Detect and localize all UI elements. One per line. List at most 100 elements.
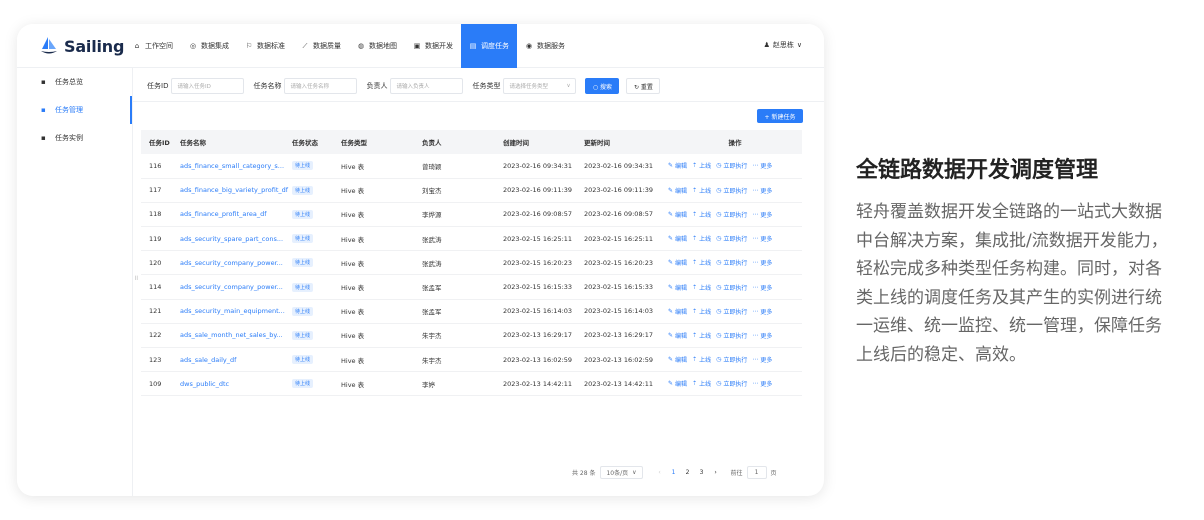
edit-button[interactable]: ✎ 编辑 — [668, 210, 687, 219]
op-label: 编辑 — [675, 211, 688, 219]
run-now-button[interactable]: ◷ 立即执行 — [716, 283, 747, 292]
nav-item-3[interactable]: ⟋ 数据质量 — [293, 24, 349, 68]
edit-button[interactable]: ✎ 编辑 — [668, 307, 687, 316]
edit-button[interactable]: ✎ 编辑 — [668, 186, 687, 195]
nav-item-2[interactable]: ⚐ 数据标准 — [237, 24, 293, 68]
reset-button[interactable]: ↻ 重置 — [626, 78, 661, 94]
sidebar-collapse-handle[interactable]: ॥ — [134, 274, 138, 283]
clock-icon: ◷ — [716, 307, 722, 315]
jump-page-input[interactable]: 1 — [746, 466, 767, 479]
publish-button[interactable]: ⇡ 上线 — [692, 186, 711, 195]
run-now-button[interactable]: ◷ 立即执行 — [716, 307, 747, 316]
logo[interactable]: Sailing — [39, 36, 124, 56]
nav-item-1[interactable]: ◎ 数据集成 — [181, 24, 237, 68]
page-size-select[interactable]: 10条/页 ∨ — [600, 466, 643, 479]
task-name-link[interactable]: ads_security_company_power... — [180, 275, 292, 299]
more-button[interactable]: ⋯ 更多 — [752, 283, 772, 292]
run-now-button[interactable]: ◷ 立即执行 — [716, 331, 747, 340]
more-button[interactable]: ⋯ 更多 — [752, 210, 772, 219]
clock-icon: ◷ — [716, 162, 722, 170]
task-name-link[interactable]: dws_public_dtc — [180, 372, 292, 396]
edit-button[interactable]: ✎ 编辑 — [668, 331, 687, 340]
table-cell: Hive 表 — [341, 356, 365, 365]
more-button[interactable]: ⋯ 更多 — [752, 258, 772, 267]
run-now-button[interactable]: ◷ 立即执行 — [716, 379, 747, 388]
nav-item-0[interactable]: ⌂ 工作空间 — [125, 24, 181, 68]
run-now-button[interactable]: ◷ 立即执行 — [716, 161, 747, 170]
publish-button[interactable]: ⇡ 上线 — [692, 210, 711, 219]
publish-button[interactable]: ⇡ 上线 — [692, 234, 711, 243]
more-button[interactable]: ⋯ 更多 — [752, 307, 772, 316]
next-page-button[interactable]: › — [709, 469, 723, 476]
edit-button[interactable]: ✎ 编辑 — [668, 234, 687, 243]
nav-item-6[interactable]: ▤ 调度任务 — [461, 24, 517, 68]
jump-label: 前往 — [730, 470, 743, 477]
owner-input[interactable]: 请输入负责人 — [390, 78, 464, 94]
op-label: 更多 — [760, 332, 773, 340]
run-now-button[interactable]: ◷ 立即执行 — [716, 210, 747, 219]
sidebar-item-0[interactable]: ▪ 任务总览 — [17, 68, 132, 96]
user-menu[interactable]: ♟ 赵思栋 ∨ — [764, 40, 802, 50]
task-id-cell: 119 — [149, 234, 162, 243]
publish-button[interactable]: ⇡ 上线 — [692, 258, 711, 267]
run-now-button[interactable]: ◷ 立即执行 — [716, 186, 747, 195]
edit-button[interactable]: ✎ 编辑 — [668, 283, 687, 292]
sidebar-item-1[interactable]: ▪ 任务管理 — [17, 96, 132, 124]
task-type-select[interactable]: 请选择任务类型 ∨ — [503, 78, 577, 94]
edit-button[interactable]: ✎ 编辑 — [668, 161, 687, 170]
divider — [133, 101, 824, 102]
publish-button[interactable]: ⇡ 上线 — [692, 331, 711, 340]
task-name-link[interactable]: ads_sale_month_net_sales_by... — [180, 323, 292, 347]
chevron-down-icon: ∨ — [632, 469, 637, 476]
edit-button[interactable]: ✎ 编辑 — [668, 258, 687, 267]
nav-item-4[interactable]: ◍ 数据地图 — [349, 24, 405, 68]
publish-button[interactable]: ⇡ 上线 — [692, 355, 711, 364]
more-button[interactable]: ⋯ 更多 — [752, 331, 772, 340]
edit-button[interactable]: ✎ 编辑 — [668, 355, 687, 364]
more-button[interactable]: ⋯ 更多 — [752, 161, 772, 170]
more-button[interactable]: ⋯ 更多 — [752, 355, 772, 364]
task-name-link[interactable]: ads_security_main_equipment... — [180, 299, 292, 323]
more-button[interactable]: ⋯ 更多 — [752, 186, 772, 195]
search-button[interactable]: ○ 搜索 — [585, 78, 620, 94]
status-cell: 待上线 — [292, 348, 341, 372]
publish-button[interactable]: ⇡ 上线 — [692, 161, 711, 170]
prev-page-button[interactable]: ‹ — [653, 469, 667, 476]
op-label: 编辑 — [675, 357, 688, 365]
nav-item-5[interactable]: ▣ 数据开发 — [405, 24, 461, 68]
more-button[interactable]: ⋯ 更多 — [752, 234, 772, 243]
run-now-button[interactable]: ◷ 立即执行 — [716, 258, 747, 267]
run-now-button[interactable]: ◷ 立即执行 — [716, 234, 747, 243]
more-button[interactable]: ⋯ 更多 — [752, 379, 772, 388]
new-task-button[interactable]: + 新建任务 — [757, 109, 803, 123]
more-icon: ⋯ — [752, 210, 759, 218]
page-2[interactable]: 2 — [681, 469, 695, 476]
clock-icon: ◷ — [716, 259, 722, 267]
edit-button[interactable]: ✎ 编辑 — [668, 379, 687, 388]
task-name-link[interactable]: ads_security_company_power... — [180, 251, 292, 275]
task-name-input[interactable]: 请输入任务名称 — [284, 78, 358, 94]
status-badge: 待上线 — [292, 379, 314, 389]
op-label: 立即执行 — [723, 236, 748, 244]
table-cell: 2023-02-13 16:29:17 — [503, 331, 573, 340]
clock-icon: ◷ — [716, 235, 722, 243]
task-name-link[interactable]: ads_finance_big_variety_profit_df — [180, 178, 292, 202]
page-1[interactable]: 1 — [667, 469, 681, 476]
task-id-cell: 120 — [149, 258, 162, 267]
nav-item-7[interactable]: ◉ 数据服务 — [517, 24, 573, 68]
doc-icon: ▪ — [41, 134, 46, 142]
task-name-link[interactable]: ads_sale_daily_df — [180, 348, 292, 372]
main-nav: ⌂ 工作空间 ◎ 数据集成 ⚐ 数据标准 ⟋ 数据质量 ◍ 数据地图 ▣ 数据开发 ▤ 调度任务 ◉ 数据服务 — [125, 24, 573, 68]
publish-button[interactable]: ⇡ 上线 — [692, 283, 711, 292]
task-id-input[interactable]: 请输入任务ID — [171, 78, 245, 94]
task-name-link[interactable]: ads_finance_profit_area_df — [180, 202, 292, 226]
more-icon: ⋯ — [752, 235, 759, 243]
publish-button[interactable]: ⇡ 上线 — [692, 379, 711, 388]
run-now-button[interactable]: ◷ 立即执行 — [716, 355, 747, 364]
task-name-link[interactable]: ads_finance_small_category_s... — [180, 154, 292, 178]
upload-icon: ⇡ — [692, 186, 698, 194]
publish-button[interactable]: ⇡ 上线 — [692, 307, 711, 316]
sidebar-item-2[interactable]: ▪ 任务实例 — [17, 124, 132, 152]
page-3[interactable]: 3 — [695, 469, 709, 476]
task-name-link[interactable]: ads_security_spare_part_cons... — [180, 227, 292, 251]
